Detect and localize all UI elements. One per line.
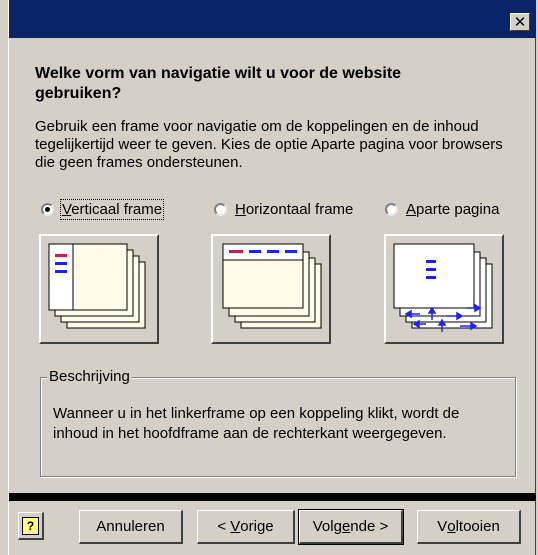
radio-separate-page[interactable] [385,203,398,216]
horizontal-frame-picture[interactable] [211,234,331,344]
intro-text: Gebruik een frame voor navigatie om de k… [35,118,503,171]
vertical-frame-picture[interactable] [39,234,159,344]
finish-button[interactable]: Vo ltooien [417,510,521,544]
option-separate-page[interactable]: Aparte pagina [385,201,499,218]
wizard-dialog: ✕ Welke vorm van navigatie wilt u voor d… [8,0,536,555]
cancel-button[interactable]: Annuleren [79,510,183,544]
separate-page-picture[interactable] [384,234,504,344]
description-group: Beschrijving Wanneer u in het linkerfram… [40,368,516,477]
help-button[interactable]: ? [18,512,44,540]
option-label-separate-page: Aparte pagina [406,201,500,218]
description-legend: Beschrijving [47,368,132,385]
description-text: Wanneer u in het linkerframe op een kopp… [53,405,460,442]
option-horizontal-frame[interactable]: Horizontaal frame [214,201,353,218]
close-icon: ✕ [513,13,527,31]
close-button[interactable]: ✕ [510,13,530,31]
option-label-vertical-frame: Verticaal frame [59,199,165,220]
option-vertical-frame[interactable]: Verticaal frame [41,199,165,220]
next-button[interactable]: Volg e nde > [298,509,404,545]
option-label-horizontal-frame: Horizontaal frame [235,201,354,218]
back-button[interactable]: < Vorige [197,510,295,544]
radio-vertical-frame[interactable] [41,203,54,216]
radio-horizontal-frame[interactable] [214,203,227,216]
help-icon: ? [22,516,39,535]
horizontal-frame-icon [222,243,322,329]
separate-page-icon [393,243,493,332]
vertical-frame-icon [48,243,146,329]
title-bar: ✕ [9,0,536,38]
separator [9,493,536,501]
question-heading: Welke vorm van navigatie wilt u voor de … [35,65,402,102]
